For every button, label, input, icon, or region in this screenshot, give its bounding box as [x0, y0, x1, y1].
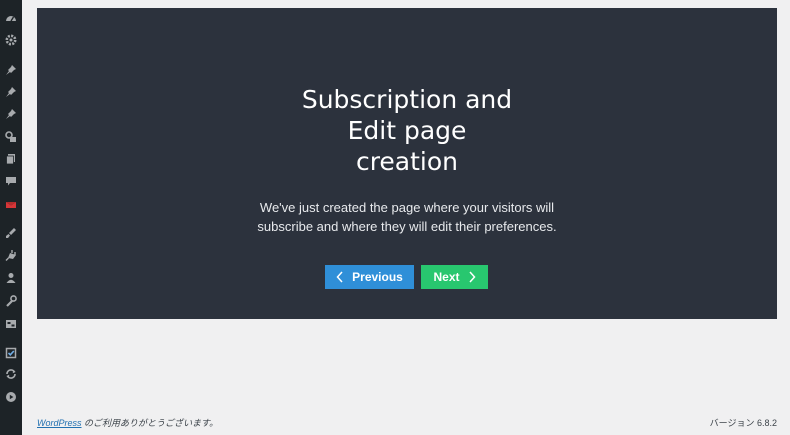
- card-title: Subscription and Edit page creation: [301, 85, 513, 176]
- media-icon[interactable]: [4, 130, 18, 144]
- pin-icon[interactable]: [4, 63, 18, 77]
- gear-icon[interactable]: [4, 33, 18, 47]
- pin-icon[interactable]: [4, 107, 18, 121]
- next-button-label: Next: [433, 270, 460, 284]
- chevron-right-icon: [468, 271, 476, 283]
- wordpress-link[interactable]: WordPress: [37, 418, 82, 428]
- comments-icon[interactable]: [4, 174, 18, 188]
- pin-icon[interactable]: [4, 85, 18, 99]
- previous-button-label: Previous: [352, 270, 403, 284]
- subscription-page-creation-card: Subscription and Edit page creation We'v…: [37, 8, 777, 319]
- admin-page: Subscription and Edit page creation We'v…: [0, 0, 790, 435]
- next-button[interactable]: Next: [421, 265, 488, 289]
- footer-thanks: WordPress のご利用ありがとうございます。: [37, 416, 218, 429]
- users-icon[interactable]: [4, 271, 18, 285]
- appearance-icon[interactable]: [4, 226, 18, 240]
- footer-thanks-text: のご利用ありがとうございます。: [81, 418, 219, 428]
- admin-sidebar: [0, 0, 22, 435]
- dashboard-icon[interactable]: [4, 11, 18, 25]
- plugins-icon[interactable]: [4, 248, 18, 262]
- chevron-left-icon: [336, 271, 343, 283]
- settings-icon[interactable]: [4, 317, 18, 331]
- pages-icon[interactable]: [4, 152, 18, 166]
- email-icon[interactable]: [4, 198, 18, 212]
- play-icon[interactable]: [4, 390, 18, 404]
- sync-icon[interactable]: [4, 367, 18, 381]
- tools-icon[interactable]: [4, 294, 18, 308]
- checkbox-icon[interactable]: [4, 346, 18, 360]
- card-description: We've just created the page where your v…: [257, 200, 557, 234]
- footer-version: バージョン 6.8.2: [709, 418, 777, 428]
- previous-button[interactable]: Previous: [325, 265, 414, 289]
